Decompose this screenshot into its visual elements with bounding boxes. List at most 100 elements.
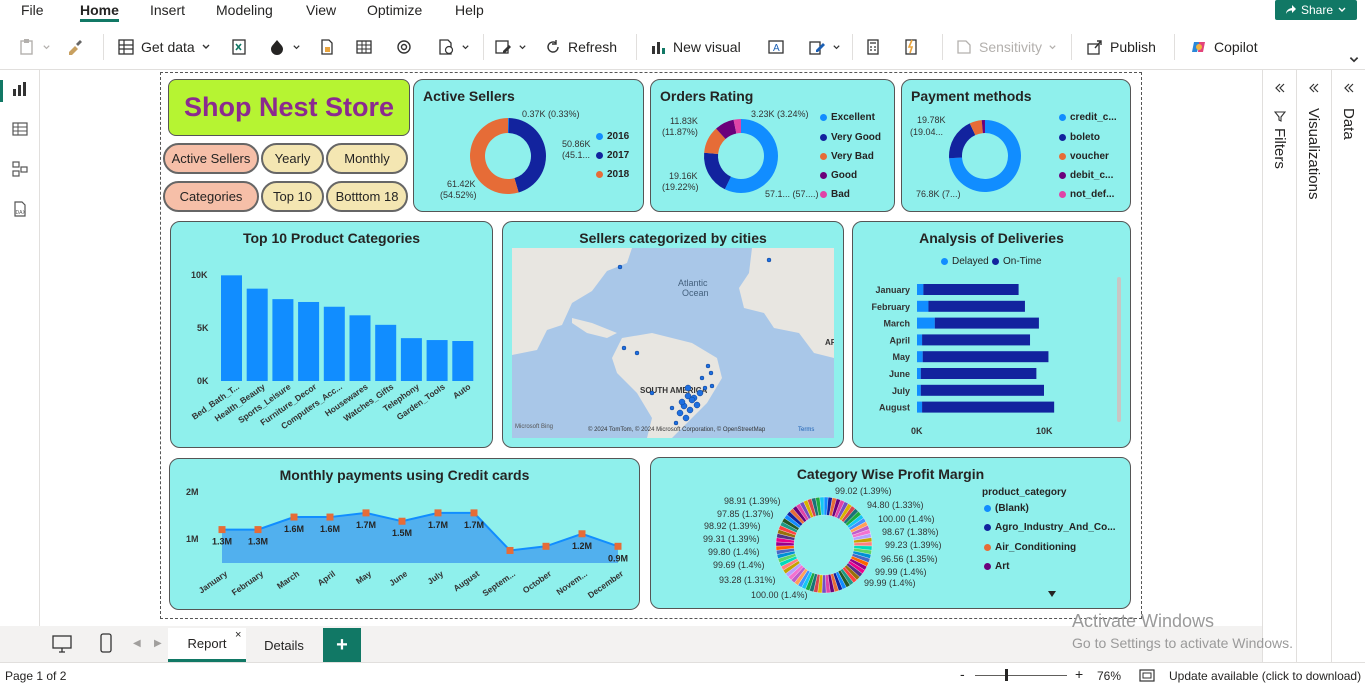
edit-queries-button[interactable]	[494, 34, 527, 60]
monthly-button[interactable]: Monthly	[326, 143, 408, 174]
top10-categories-card[interactable]: Top 10 Product Categories 10K 5K 0K Bed_…	[170, 221, 493, 448]
close-tab-icon[interactable]: ×	[235, 629, 241, 641]
previous-page-icon[interactable]: ◀	[133, 638, 141, 649]
watermark-subtitle: Go to Settings to activate Windows.	[1072, 635, 1293, 651]
menu-modeling[interactable]: Modeling	[216, 2, 273, 18]
data-pane[interactable]: Data	[1331, 70, 1365, 662]
legend-item-credit: credit_c...	[1059, 112, 1117, 123]
legend-label: 2017	[607, 150, 630, 161]
swirl-icon	[397, 40, 411, 54]
y-tick-label: March	[883, 319, 910, 329]
menu-optimize[interactable]: Optimize	[367, 2, 422, 18]
separator	[103, 34, 104, 60]
x-tick-label: June	[387, 568, 409, 588]
profit-donut	[775, 496, 873, 594]
publish-icon	[1087, 40, 1102, 55]
new-visual-button[interactable]: New visual	[649, 34, 741, 60]
quick-measure-button[interactable]	[902, 34, 920, 60]
share-button[interactable]: Share	[1275, 0, 1357, 20]
dax-query-view-icon[interactable]: DAX	[11, 200, 29, 218]
new-measure-button[interactable]	[864, 34, 882, 60]
data-label: 11.83K	[670, 116, 698, 126]
credit-area-chart: 1.3M January 1.3M February 1.6M March 1.6M Apri…	[197, 509, 628, 600]
active-sellers-card[interactable]: Active Sellers 0.37K (0.33%) 50.86K (45.…	[413, 79, 644, 212]
orders-rating-donut	[704, 119, 778, 193]
deliveries-card[interactable]: Analysis of Deliveries Delayed On-Time J…	[852, 221, 1131, 448]
text-box-button[interactable]: A	[767, 34, 785, 60]
legend-scroll-down-icon[interactable]	[1047, 590, 1057, 598]
mobile-layout-icon[interactable]	[100, 633, 112, 653]
collapse-ribbon-icon[interactable]	[1348, 54, 1360, 66]
separator	[1174, 34, 1175, 60]
menu-file[interactable]: File	[21, 2, 44, 18]
collapse-icon[interactable]	[1274, 82, 1286, 94]
dataverse-button[interactable]	[318, 34, 336, 60]
categories-button[interactable]: Categories	[163, 181, 259, 212]
bar	[452, 341, 474, 381]
data-label: 93.28 (1.31%)	[719, 575, 776, 585]
filters-pane[interactable]: Filters	[1262, 70, 1296, 662]
enter-data-button[interactable]	[355, 34, 373, 60]
visualizations-pane[interactable]: Visualizations	[1296, 70, 1330, 662]
data-label: 99.99 (1.4%)	[875, 567, 927, 577]
top10-bar-chart: Bed_Bath_T...Health_BeautySports_Leisure…	[190, 275, 474, 431]
menu-insert[interactable]: Insert	[150, 2, 185, 18]
orders-rating-card[interactable]: Orders Rating 3.23K (3.24%) 11.83K (11.8…	[650, 79, 895, 212]
zoom-slider-thumb[interactable]	[1005, 669, 1008, 681]
sellers-map[interactable]: Atlantic Ocean SOUTH AMERICA AF Microsof…	[512, 248, 834, 438]
legend-dot	[1059, 191, 1066, 198]
yearly-button[interactable]: Yearly	[261, 143, 324, 174]
publish-button[interactable]: Publish	[1086, 34, 1156, 60]
table-view-icon[interactable]	[11, 120, 29, 138]
zoom-in-icon[interactable]: +	[1075, 666, 1083, 682]
legend-dot	[820, 114, 827, 121]
refresh-button[interactable]: Refresh	[544, 34, 617, 60]
more-visuals-button[interactable]	[808, 34, 841, 60]
excel-button[interactable]	[230, 34, 248, 60]
data-label: 76.8K (7...)	[916, 189, 961, 199]
next-page-icon[interactable]: ▶	[154, 638, 162, 649]
profit-margin-card[interactable]: Category Wise Profit Margin 98.91 (1.39%…	[650, 457, 1131, 609]
menu-help[interactable]: Help	[455, 2, 484, 18]
model-view-icon[interactable]	[11, 160, 29, 178]
add-page-button[interactable]: +	[323, 628, 361, 662]
active-sellers-button[interactable]: Active Sellers	[163, 143, 259, 174]
zoom-slider[interactable]	[975, 675, 1067, 676]
sensitivity-button[interactable]: Sensitivity	[955, 34, 1057, 60]
active-sellers-donut	[470, 118, 546, 194]
data-point	[290, 513, 298, 521]
paste-button[interactable]	[18, 34, 51, 60]
desktop-layout-icon[interactable]	[52, 635, 72, 653]
tab-details[interactable]: Details	[248, 628, 320, 662]
legend-item-bad: Bad	[820, 189, 850, 200]
transform-data-button[interactable]	[437, 34, 470, 60]
copilot-icon	[1192, 42, 1205, 52]
credit-payments-card[interactable]: Monthly payments using Credit cards 2M 1…	[169, 458, 640, 610]
scrollbar[interactable]	[1117, 277, 1121, 422]
separator	[942, 34, 943, 60]
card-title: Active Sellers	[423, 88, 515, 104]
collapse-icon[interactable]	[1343, 82, 1355, 94]
recent-sources-button[interactable]	[395, 34, 413, 60]
get-data-button[interactable]: Get data	[117, 34, 211, 60]
menu-home[interactable]: Home	[80, 2, 119, 18]
bar	[375, 324, 397, 381]
svg-text:A: A	[773, 43, 780, 54]
menu-view[interactable]: View	[306, 2, 336, 18]
data-label: 98.91 (1.39%)	[724, 496, 781, 506]
bottom18-button[interactable]: Botttom 18	[326, 181, 408, 212]
update-notice[interactable]: Update available (click to download)	[1169, 669, 1361, 683]
copilot-button[interactable]: Copilot	[1190, 34, 1258, 60]
report-view-icon[interactable]	[11, 80, 29, 98]
format-painter-button[interactable]	[66, 34, 84, 60]
document-icon	[321, 39, 333, 55]
bar	[323, 306, 345, 381]
onelake-button[interactable]	[268, 34, 301, 60]
zoom-out-icon[interactable]: -	[960, 666, 965, 682]
top10-button[interactable]: Top 10	[261, 181, 324, 212]
store-logo: Shop Nest Store	[168, 79, 410, 136]
payment-methods-card[interactable]: Payment methods 19.78K (19.04... 76.8K (…	[901, 79, 1131, 212]
collapse-icon[interactable]	[1308, 82, 1320, 94]
x-tick-label: January	[197, 568, 230, 595]
fit-to-page-icon[interactable]	[1139, 669, 1155, 682]
